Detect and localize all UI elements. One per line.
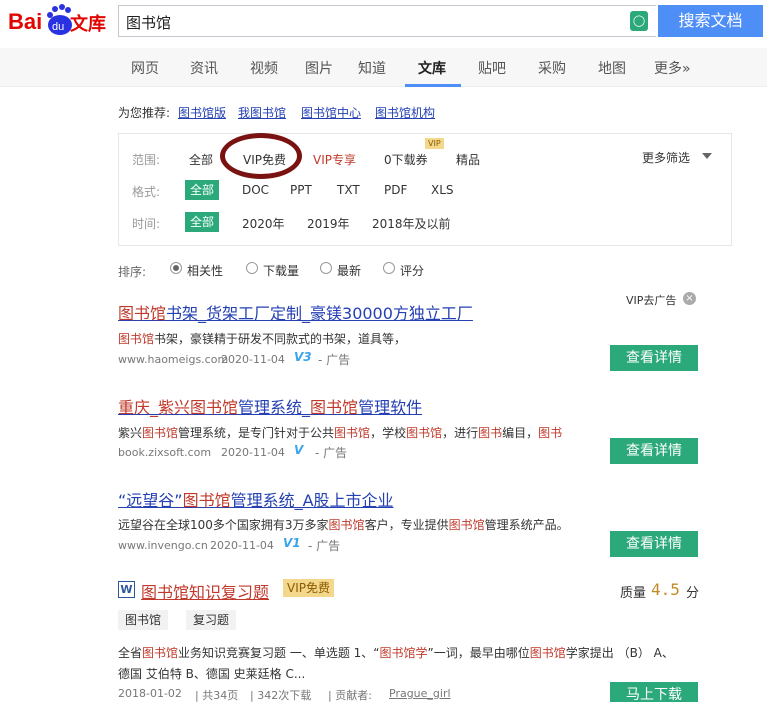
tab-map[interactable]: 地图: [598, 58, 626, 78]
vip-free-badge: VIP免费: [283, 579, 334, 597]
scope-label: 范围:: [132, 153, 161, 167]
tab-web[interactable]: 网页: [131, 58, 159, 78]
logo-text-du: du: [52, 21, 64, 33]
time-2018-earlier[interactable]: 2018年及以前: [372, 215, 451, 232]
camera-icon[interactable]: ◯: [630, 11, 648, 31]
recommend-label: 为您推荐:: [118, 106, 171, 120]
sort-downloads[interactable]: 下载量: [263, 262, 299, 279]
result-url[interactable]: www.invengo.cn: [118, 539, 208, 552]
quality-score: 4.5: [651, 580, 680, 599]
result-description: 远望谷在全球100多个国家拥有3万多家图书馆客户，专业提供图书馆管理系统产品。: [118, 518, 569, 532]
view-details-button[interactable]: 查看详情: [610, 531, 698, 557]
result-url[interactable]: book.zixsoft.com: [118, 446, 211, 459]
format-pdf[interactable]: PDF: [384, 183, 407, 197]
format-doc[interactable]: DOC: [242, 183, 269, 197]
more-filters-button[interactable]: 更多筛选: [642, 149, 690, 166]
sort-latest-radio[interactable]: [320, 262, 332, 274]
doc-snippet-line2: 德国 艾伯特 B、德国 史莱廷格 C...: [118, 667, 306, 681]
tab-video[interactable]: 视频: [250, 58, 278, 78]
result-title-link[interactable]: 图书馆书架_货架工厂定制_豪镁30000方独立工厂: [118, 300, 473, 324]
sort-rating-radio[interactable]: [383, 262, 395, 274]
close-icon[interactable]: ×: [683, 292, 696, 305]
format-label: 格式:: [132, 185, 161, 199]
time-2019[interactable]: 2019年: [307, 215, 350, 232]
tab-wenku[interactable]: 文库: [418, 58, 446, 78]
quality-unit: 分: [686, 586, 700, 601]
doc-title-link[interactable]: 图书馆知识复习题: [141, 579, 269, 603]
result-description: 图书馆书架，豪镁精于研发不同款式的书架，道具等，: [118, 332, 407, 346]
search-input[interactable]: [118, 5, 656, 37]
word-doc-icon: W: [118, 581, 135, 598]
scope-all[interactable]: 全部: [189, 151, 213, 168]
baidu-logo[interactable]: Bai du 文库: [8, 3, 112, 39]
recommend-link[interactable]: 图书馆版: [178, 104, 226, 121]
tab-tieba[interactable]: 贴吧: [478, 58, 506, 78]
tab-caigou[interactable]: 采购: [538, 58, 566, 78]
scope-premium[interactable]: 精品: [456, 151, 480, 168]
view-details-button[interactable]: 查看详情: [610, 345, 698, 371]
time-all[interactable]: 全部: [185, 212, 220, 232]
quality-label: 质量: [620, 586, 647, 601]
result-title-link[interactable]: “远望谷”图书馆管理系统_A股上市企业: [118, 487, 394, 511]
format-xls[interactable]: XLS: [431, 183, 454, 197]
verified-v-icon[interactable]: V3: [294, 350, 312, 364]
doc-contributor-link[interactable]: Prague_girl: [389, 687, 451, 700]
result-description: 紫兴图书馆管理系统，是专门针对于公共图书馆，学校图书馆，进行图书编目，图书: [118, 426, 563, 440]
search-input-value[interactable]: 图书馆: [126, 12, 171, 33]
tab-zhidao[interactable]: 知道: [358, 58, 386, 78]
recommend-link[interactable]: 图书馆机构: [375, 104, 435, 121]
active-tab-indicator: [405, 84, 461, 87]
scope-zero-coupon[interactable]: 0下载券: [384, 151, 428, 168]
sort-downloads-radio[interactable]: [246, 262, 258, 274]
ad-label: - 广告: [318, 353, 351, 367]
time-label: 时间:: [132, 217, 161, 231]
doc-snippet-line1: 全省图书馆业务知识竞赛复习题 一、单选题 1、“图书馆学”一词，最早由哪位图书馆…: [118, 646, 674, 660]
doc-downloads: | 342次下载: [250, 689, 312, 702]
recommend-link[interactable]: 图书馆中心: [301, 104, 361, 121]
sort-label: 排序:: [118, 265, 147, 279]
tab-news[interactable]: 资讯: [190, 58, 218, 78]
format-all[interactable]: 全部: [185, 180, 220, 200]
sort-relevance-radio[interactable]: [170, 262, 182, 274]
vip-remove-ads-link[interactable]: VIP去广告: [626, 292, 676, 308]
doc-contributor-label: | 贡献者:: [328, 689, 372, 702]
sort-rating[interactable]: 评分: [400, 262, 424, 279]
download-button[interactable]: 马上下载: [610, 682, 698, 702]
tab-image[interactable]: 图片: [305, 58, 333, 78]
vip-badge: VIP: [425, 138, 444, 149]
result-date: 2020-11-04: [221, 446, 285, 459]
result-url[interactable]: www.haomeigs.com: [118, 353, 228, 366]
doc-tag[interactable]: 复习题: [186, 610, 237, 630]
scope-vip-exclusive[interactable]: VIP专享: [313, 151, 356, 168]
logo-text-bai: Bai: [8, 9, 42, 34]
doc-tag[interactable]: 图书馆: [118, 610, 169, 630]
recommend-link[interactable]: 我图书馆: [238, 104, 286, 121]
sort-relevance[interactable]: 相关性: [187, 262, 223, 279]
format-ppt[interactable]: PPT: [290, 183, 312, 197]
ad-label: - 广告: [315, 446, 348, 460]
doc-date: 2018-01-02: [118, 687, 182, 700]
doc-pages: | 共34页: [195, 689, 239, 702]
verified-v-icon[interactable]: V: [294, 443, 303, 457]
result-date: 2020-11-04: [210, 539, 274, 552]
ad-label: - 广告: [308, 539, 341, 553]
result-title-link[interactable]: 重庆_紫兴图书馆管理系统_图书馆管理软件: [118, 394, 422, 418]
format-txt[interactable]: TXT: [337, 183, 360, 197]
logo-text-wenku: 文库: [70, 13, 106, 35]
verified-v-icon[interactable]: V1: [283, 536, 301, 550]
result-date: 2020-11-04: [221, 353, 285, 366]
time-2020[interactable]: 2020年: [242, 215, 285, 232]
tab-more[interactable]: 更多»: [654, 58, 691, 78]
highlight-circle: [220, 133, 302, 179]
view-details-button[interactable]: 查看详情: [610, 438, 698, 464]
search-button[interactable]: 搜索文档: [658, 5, 763, 37]
sort-latest[interactable]: 最新: [337, 262, 361, 279]
chevron-down-icon[interactable]: [702, 153, 712, 159]
